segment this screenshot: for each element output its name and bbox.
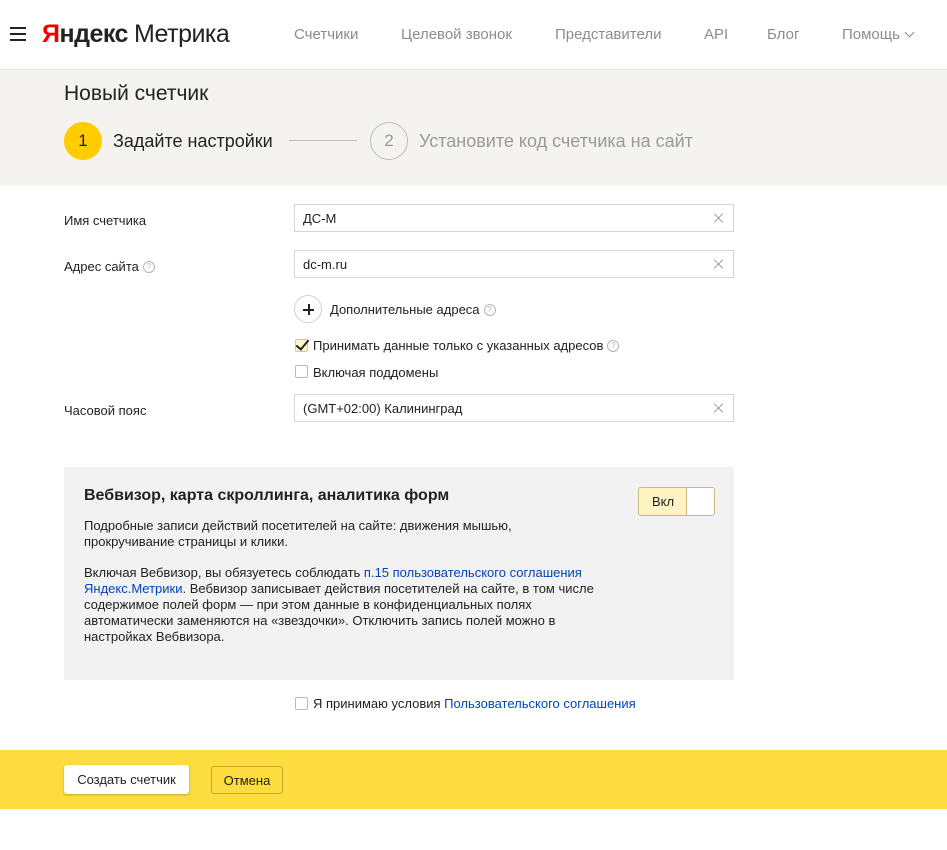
webvisor-panel: Вебвизор, карта скроллинга, аналитика фо… (64, 467, 734, 680)
webvisor-toggle[interactable]: Вкл (638, 487, 715, 516)
subdomains-label[interactable]: Включая поддомены (313, 365, 438, 380)
logo-ndex: ндекс (59, 20, 128, 48)
nav-counters[interactable]: Счетчики (294, 26, 358, 43)
timezone-label: Часовой пояс (64, 403, 147, 418)
timezone-input[interactable] (295, 395, 695, 421)
chevron-down-icon (904, 27, 915, 38)
help-icon[interactable]: ? (142, 260, 155, 273)
nav-help[interactable]: Помощь (842, 26, 915, 43)
step-2-number: 2 (370, 122, 408, 160)
nav-blog[interactable]: Блог (767, 26, 799, 43)
step-divider (289, 140, 357, 141)
yandex-metrika-logo[interactable]: Яндекс Метрика (42, 19, 230, 49)
nav-api[interactable]: API (704, 26, 728, 43)
cancel-button[interactable]: Отмена (211, 766, 283, 794)
accept-only-label[interactable]: Принимать данные только с указанных адре… (313, 338, 603, 353)
subdomains-checkbox[interactable] (295, 365, 308, 378)
clear-name-icon[interactable] (713, 212, 725, 224)
logo-ya: Я (42, 20, 60, 48)
step-1-number: 1 (64, 122, 102, 160)
agreement-row: Я принимаю условия Пользовательского сог… (313, 696, 636, 711)
clear-site-icon[interactable] (713, 258, 725, 270)
counter-name-input[interactable] (295, 205, 695, 231)
site-address-field (294, 250, 734, 278)
footer-bar: Создать счетчик Отмена (0, 750, 947, 809)
webvisor-description: Подробные записи действий посетителей на… (84, 518, 512, 549)
webvisor-terms-prefix: Включая Вебвизор, вы обязуетесь соблюдат… (84, 565, 364, 580)
user-agreement-link[interactable]: Пользовательского соглашения (444, 696, 636, 711)
webvisor-title: Вебвизор, карта скроллинга, аналитика фо… (84, 487, 450, 504)
page-title: Новый счетчик (64, 82, 209, 105)
step-2-label: Установите код счетчика на сайт (419, 131, 693, 151)
nav-representatives[interactable]: Представители (555, 26, 661, 43)
site-address-input[interactable] (295, 251, 695, 277)
webvisor-toggle-label: Вкл (639, 488, 687, 515)
site-address-label-row: Адрес сайта? (64, 259, 155, 274)
webvisor-terms: Включая Вебвизор, вы обязуетесь соблюдат… (84, 565, 604, 645)
add-address-button[interactable] (294, 295, 322, 323)
timezone-field (294, 394, 734, 422)
menu-icon[interactable] (10, 27, 26, 41)
accept-only-row: Принимать данные только с указанных адре… (313, 338, 620, 353)
nav-help-label: Помощь (842, 26, 900, 43)
top-header: Яндекс Метрика Счетчики Целевой звонок Пр… (0, 0, 947, 70)
add-address-row: Дополнительные адреса? (330, 302, 496, 317)
counter-name-field (294, 204, 734, 232)
accept-only-checkbox[interactable] (295, 339, 308, 352)
steps-band: Новый счетчик 1 Задайте настройки 2 Уста… (0, 70, 947, 186)
toggle-knob (686, 488, 714, 515)
agreement-checkbox[interactable] (295, 697, 308, 710)
counter-name-label: Имя счетчика (64, 213, 147, 228)
site-address-label: Адрес сайта (64, 259, 139, 274)
agreement-prefix[interactable]: Я принимаю условия (313, 696, 444, 711)
logo-product: Метрика (133, 20, 230, 48)
help-icon[interactable]: ? (483, 303, 496, 316)
help-icon[interactable]: ? (607, 339, 620, 352)
create-counter-button[interactable]: Создать счетчик (64, 765, 189, 794)
add-address-label[interactable]: Дополнительные адреса (330, 302, 480, 317)
clear-timezone-icon[interactable] (713, 402, 725, 414)
step-1-label: Задайте настройки (113, 131, 273, 151)
nav-target-call[interactable]: Целевой звонок (401, 26, 512, 43)
